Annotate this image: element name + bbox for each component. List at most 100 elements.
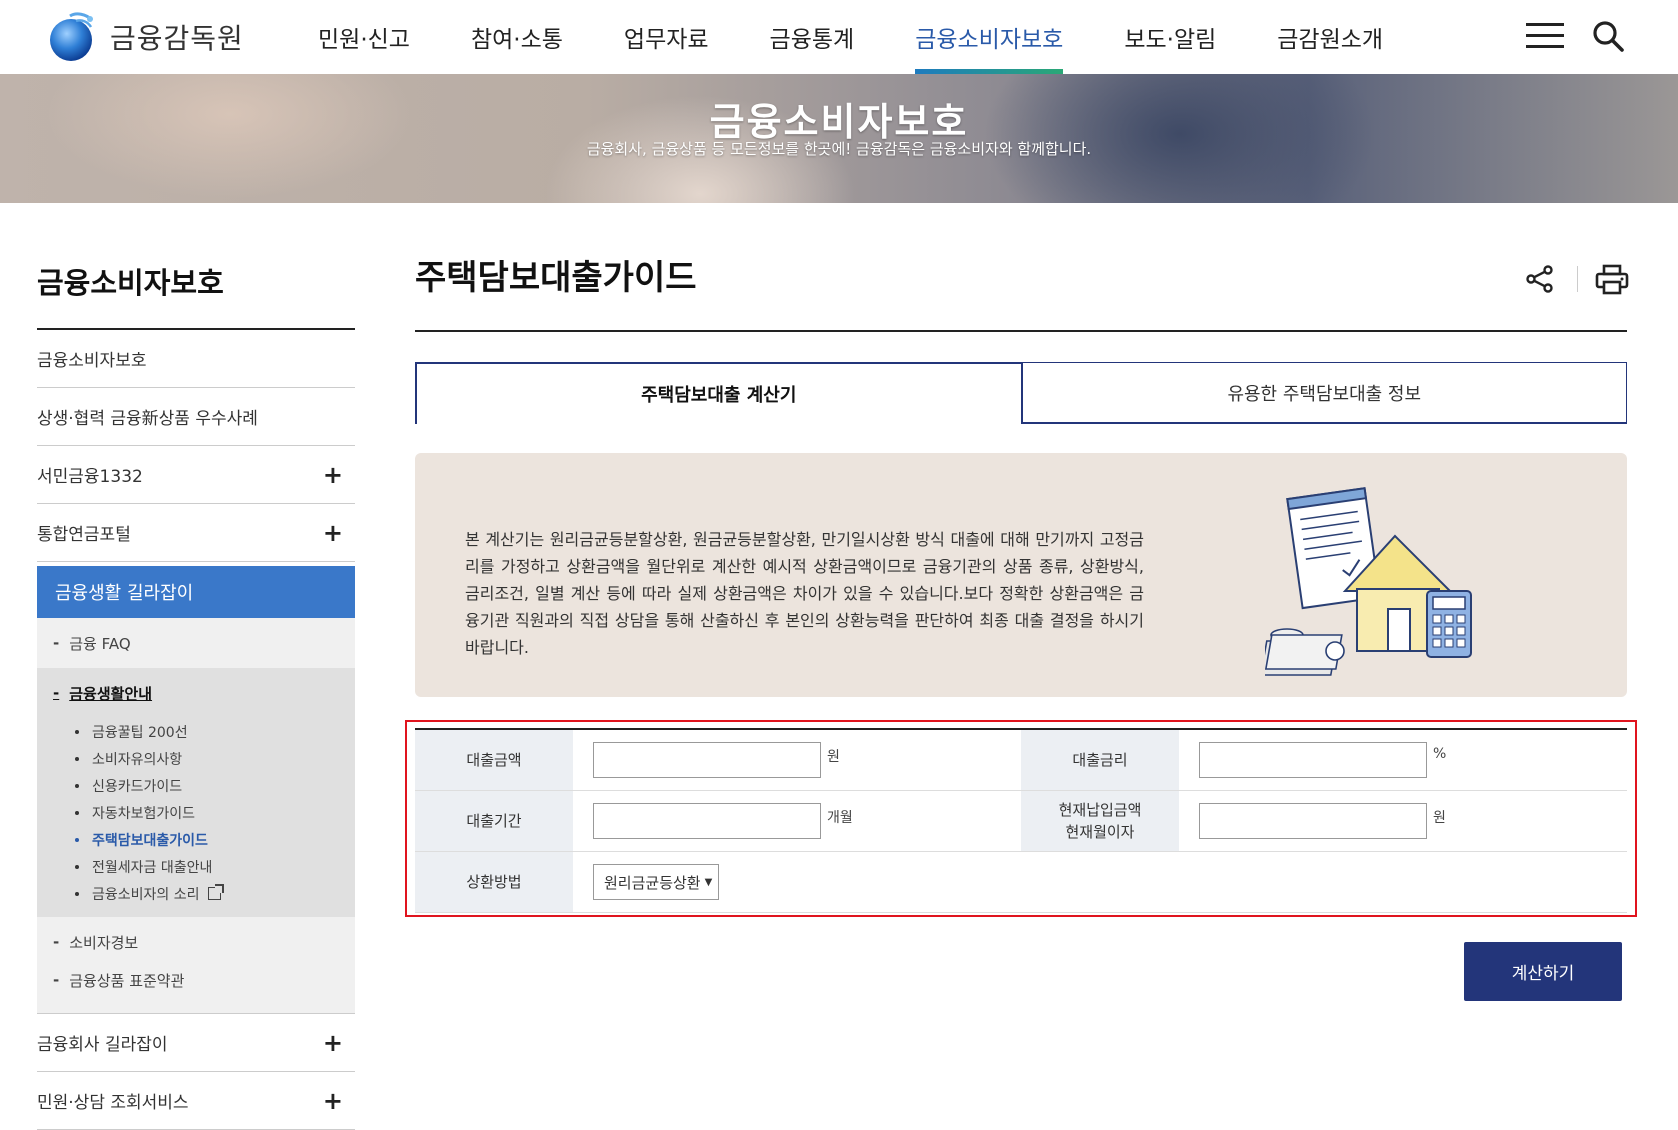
external-link-icon <box>207 884 224 900</box>
submenu-item-label: 금융꿀팁 200선 <box>92 724 188 741</box>
logo-globe-icon <box>50 12 94 61</box>
loan-period-label: 대출기간 <box>415 791 573 851</box>
repayment-method-select[interactable]: 원리금균등상환 ▼ <box>593 864 720 900</box>
interest-rate-input[interactable] <box>1199 742 1427 778</box>
expand-plus-icon[interactable]: + <box>323 461 343 489</box>
paid-amount-label-line1: 현재납입금액 <box>1058 801 1142 819</box>
submenu-item-car-insurance[interactable]: 자동차보험가이드 <box>37 799 355 826</box>
house-loan-illustration <box>1265 487 1472 676</box>
submenu-financial-guide[interactable]: - 금융생활안내 <box>37 668 355 718</box>
bullet-icon <box>75 756 79 761</box>
submenu-item-label: 신용카드가이드 <box>92 778 183 795</box>
sidebar-item-label: 통합연금포털 <box>37 525 131 545</box>
sidebar-submenu: - 금융 FAQ - 금융생활안내 금융꿀팁 200선 소비자유의사항 신용카드… <box>37 618 355 1013</box>
expand-plus-icon[interactable]: + <box>323 519 343 547</box>
tab-mortgage-calculator[interactable]: 주택담보대출 계산기 <box>415 362 1023 424</box>
sidebar-item-financial-life-guide[interactable]: 금융생활 길라잡이 <box>37 566 355 618</box>
dropdown-caret-icon: ▼ <box>704 876 713 888</box>
sidebar: 금융소비자보호 금융소비자보호 상생·협력 금융新상품 우수사례 서민금융133… <box>37 260 355 1130</box>
dash-icon: - <box>53 933 60 951</box>
sidebar-title: 금융소비자보호 <box>37 260 355 330</box>
toolbar-divider <box>1577 266 1578 292</box>
sidebar-item-inquiry-service[interactable]: 민원·상담 조회서비스 + <box>37 1072 355 1130</box>
loan-amount-label: 대출금액 <box>415 730 573 790</box>
hamburger-menu-icon[interactable] <box>1526 23 1564 49</box>
paid-amount-unit: 원 <box>1433 810 1446 826</box>
search-icon[interactable] <box>1590 18 1626 54</box>
bullet-icon <box>75 810 79 815</box>
submenu-standard-terms[interactable]: - 금융상품 표준약관 <box>37 961 355 1013</box>
bullet-icon <box>75 783 79 788</box>
sidebar-item-label: 금융회사 길라잡이 <box>37 1035 168 1055</box>
menu-participation[interactable]: 참여·소통 <box>471 0 563 74</box>
sidebar-item-label: 서민금융1332 <box>37 467 143 487</box>
submenu-item-tips[interactable]: 금융꿀팁 200선 <box>37 718 355 745</box>
loan-period-input[interactable] <box>593 803 821 839</box>
submenu-label: 금융 FAQ <box>69 634 131 653</box>
site-logo[interactable]: 금융감독원 <box>46 10 244 64</box>
main-content: 주택담보대출가이드 주택담보대출 계산기 유용한 주택담보대출 정보 본 계산기… <box>405 250 1637 1001</box>
sidebar-item-company-guide[interactable]: 금융회사 길라잡이 + <box>37 1013 355 1072</box>
sidebar-item-label: 민원·상담 조회서비스 <box>37 1093 189 1113</box>
loan-amount-unit: 원 <box>827 749 840 765</box>
submenu-item-label: 금융소비자의 소리 <box>92 886 200 903</box>
sidebar-item-pension-portal[interactable]: 통합연금포털 + <box>37 504 355 562</box>
form-row: 대출금액 원 대출금리 % <box>415 730 1627 791</box>
calculate-button[interactable]: 계산하기 <box>1464 942 1622 1001</box>
dash-icon: - <box>53 684 60 702</box>
interest-rate-label: 대출금리 <box>1021 730 1179 790</box>
submenu-item-consumer-voice[interactable]: 금융소비자의 소리 <box>37 880 355 907</box>
main-menu: 민원·신고 참여·소통 업무자료 금융통계 금융소비자보호 보도·알림 금감원소… <box>318 0 1444 74</box>
form-row: 상환방법 원리금균등상환 ▼ <box>415 852 1627 913</box>
repayment-method-selected: 원리금균등상환 <box>604 873 701 892</box>
submenu-item-rent-loan[interactable]: 전월세자금 대출안내 <box>37 853 355 880</box>
dash-icon: - <box>53 634 60 652</box>
submenu-item-credit-card[interactable]: 신용카드가이드 <box>37 772 355 799</box>
logo-text: 금융감독원 <box>110 22 244 55</box>
loan-amount-input[interactable] <box>593 742 821 778</box>
submenu-item-label: 자동차보험가이드 <box>92 805 196 822</box>
menu-consumer-protection[interactable]: 금융소비자보호 <box>915 0 1064 74</box>
bullet-icon <box>75 864 79 869</box>
form-row: 대출기간 개월 현재납입금액 현재월이자 원 <box>415 791 1627 852</box>
calculator-notice-box: 본 계산기는 원리금균등분할상환, 원금균등분할상환, 만기일시상환 방식 대출… <box>415 453 1627 697</box>
sidebar-item-label: 금융소비자보호 <box>37 351 147 371</box>
submenu-item-label: 전월세자금 대출안내 <box>92 859 213 876</box>
submenu-item-cautions[interactable]: 소비자유의사항 <box>37 745 355 772</box>
menu-complaints[interactable]: 민원·신고 <box>318 0 410 74</box>
paid-amount-label: 현재납입금액 현재월이자 <box>1021 791 1179 851</box>
page-title: 주택담보대출가이드 <box>415 250 1627 332</box>
submenu-item-label: 주택담보대출가이드 <box>92 832 208 849</box>
menu-press[interactable]: 보도·알림 <box>1124 0 1216 74</box>
bullet-icon <box>75 729 79 734</box>
banner-subtitle: 금융회사, 금융상품 등 모든정보를 한곳에! 금융감독은 금융소비자와 함께합… <box>586 140 1092 158</box>
loan-period-unit: 개월 <box>827 810 853 826</box>
page-banner: 금융소비자보호 금융회사, 금융상품 등 모든정보를 한곳에! 금융감독은 금융… <box>0 74 1678 203</box>
menu-about[interactable]: 금감원소개 <box>1277 0 1383 74</box>
share-icon[interactable] <box>1525 264 1555 294</box>
sidebar-item-1332[interactable]: 서민금융1332 + <box>37 446 355 504</box>
sidebar-item-consumer-protection[interactable]: 금융소비자보호 <box>37 330 355 388</box>
submenu-faq[interactable]: - 금융 FAQ <box>37 618 355 668</box>
submenu-label: 금융생활안내 <box>69 684 153 703</box>
bullet-icon <box>75 837 79 842</box>
submenu-item-mortgage-guide[interactable]: 주택담보대출가이드 <box>37 826 355 853</box>
submenu-label: 소비자경보 <box>69 933 139 952</box>
paid-amount-label-line2: 현재월이자 <box>1065 823 1135 841</box>
expand-plus-icon[interactable]: + <box>323 1087 343 1115</box>
print-icon[interactable] <box>1595 264 1629 296</box>
dash-icon: - <box>53 971 60 989</box>
expand-plus-icon[interactable]: + <box>323 1029 343 1057</box>
menu-statistics[interactable]: 금융통계 <box>770 0 855 74</box>
sidebar-item-new-products[interactable]: 상생·협력 금융新상품 우수사례 <box>37 388 355 446</box>
calculator-form: 대출금액 원 대출금리 % 대출기간 개월 현재납입금액 현재월이자 원 상환방… <box>415 728 1627 913</box>
repayment-method-label: 상환방법 <box>415 852 573 912</box>
submenu-open-group: - 금융생활안내 금융꿀팁 200선 소비자유의사항 신용카드가이드 자동차보험… <box>37 668 355 917</box>
tab-mortgage-info[interactable]: 유용한 주택담보대출 정보 <box>1022 362 1627 424</box>
submenu-consumer-alert[interactable]: - 소비자경보 <box>37 923 355 961</box>
paid-amount-input[interactable] <box>1199 803 1427 839</box>
submenu-item-label: 소비자유의사항 <box>92 751 183 768</box>
menu-work-materials[interactable]: 업무자료 <box>624 0 709 74</box>
interest-rate-unit: % <box>1433 746 1447 762</box>
sidebar-item-label: 상생·협력 금융新상품 우수사례 <box>37 409 258 429</box>
